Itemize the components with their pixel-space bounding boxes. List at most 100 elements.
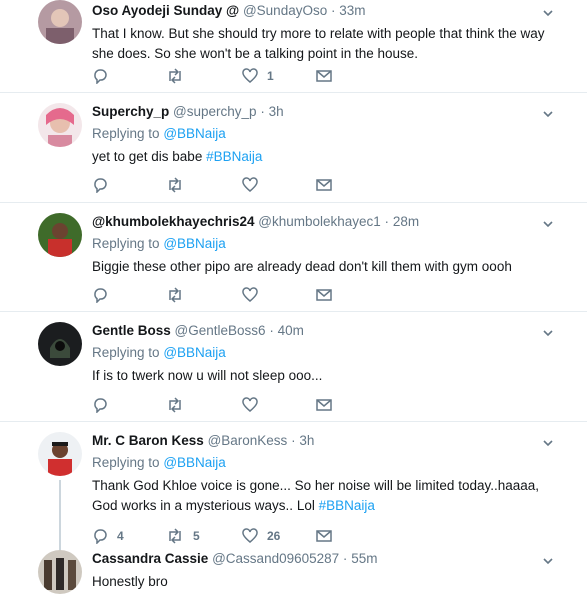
avatar[interactable] xyxy=(38,550,82,594)
timestamp[interactable]: 33m xyxy=(339,3,365,18)
tweet-header: Superchy_p @superchy_p · 3h xyxy=(92,103,547,121)
chevron-down-icon[interactable] xyxy=(541,436,555,450)
reply-icon xyxy=(94,529,107,544)
user-handle[interactable]: @Cassand09605287 xyxy=(212,551,339,566)
avatar[interactable] xyxy=(38,213,82,257)
separator-dot: · xyxy=(342,551,348,566)
retweet-icon xyxy=(169,68,181,84)
avatar[interactable] xyxy=(38,432,82,476)
envelope-icon xyxy=(316,70,332,82)
replying-to-line: Replying to @BBNaija xyxy=(92,125,547,143)
tweet-text-main: yet to get dis babe xyxy=(92,149,203,164)
dm-button[interactable] xyxy=(316,175,332,195)
like-button[interactable] xyxy=(242,285,267,305)
tweet-text-main: Thank God Khloe voice is gone... So her … xyxy=(92,478,540,513)
user-handle[interactable]: @superchy_p xyxy=(173,104,257,119)
replying-to-line: Replying to @BBNaija xyxy=(92,344,547,362)
tweet[interactable]: Mr. C Baron Kess @BaronKess · 3h Replyin… xyxy=(0,422,587,552)
retweet-button[interactable]: 5 xyxy=(166,526,200,546)
user-handle[interactable]: @khumbolekhayec1 xyxy=(258,214,381,229)
mention-link[interactable]: @BBNaija xyxy=(163,126,225,141)
tweet-text: Thank God Khloe voice is gone... So her … xyxy=(92,476,547,516)
separator-dot: · xyxy=(269,323,274,338)
dm-button[interactable] xyxy=(316,395,332,415)
tweet-actions: 4 5 26 xyxy=(92,526,352,546)
display-name[interactable]: Superchy_p xyxy=(92,104,169,119)
replying-to-label: Replying to xyxy=(92,236,160,251)
envelope-icon xyxy=(316,179,332,191)
reply-icon xyxy=(94,178,107,193)
like-button[interactable] xyxy=(242,395,267,415)
tweet[interactable]: Gentle Boss @GentleBoss6 · 40m Replying … xyxy=(0,312,587,422)
like-button[interactable]: 26 xyxy=(242,526,280,546)
separator-dot: · xyxy=(291,433,296,448)
tweet-header: Cassandra Cassie @Cassand09605287 · 55m xyxy=(92,550,547,568)
separator-dot: · xyxy=(384,214,390,229)
tweet[interactable]: Superchy_p @superchy_p · 3h Replying to … xyxy=(0,93,587,203)
display-name[interactable]: Mr. C Baron Kess xyxy=(92,433,204,448)
avatar[interactable] xyxy=(38,103,82,147)
reply-button[interactable] xyxy=(92,285,117,305)
display-name[interactable]: Cassandra Cassie xyxy=(92,551,208,566)
like-button[interactable] xyxy=(242,175,267,195)
timestamp[interactable]: 55m xyxy=(351,551,377,566)
user-handle[interactable]: @GentleBoss6 xyxy=(175,323,266,338)
mention-link[interactable]: @BBNaija xyxy=(163,455,225,470)
separator-dot: · xyxy=(330,3,336,18)
display-name[interactable]: Oso Ayodeji Sunday @ xyxy=(92,3,239,18)
display-name[interactable]: Gentle Boss xyxy=(92,323,171,338)
retweet-button[interactable] xyxy=(166,395,193,415)
retweet-button[interactable] xyxy=(166,285,193,305)
tweet[interactable]: @khumbolekhayechris24 @khumbolekhayec1 ·… xyxy=(0,203,587,312)
chevron-down-icon[interactable] xyxy=(541,217,555,231)
mention-link[interactable]: @BBNaija xyxy=(163,236,225,251)
retweet-button[interactable] xyxy=(166,175,193,195)
tweet-text: If is to twerk now u will not sleep ooo.… xyxy=(92,368,323,383)
chevron-down-icon[interactable] xyxy=(541,554,555,568)
retweet-count: 5 xyxy=(193,529,200,543)
like-button[interactable]: 1 xyxy=(242,66,274,86)
heart-icon xyxy=(242,397,258,412)
dm-button[interactable] xyxy=(316,285,332,305)
reply-button[interactable] xyxy=(92,175,117,195)
avatar[interactable] xyxy=(38,322,82,366)
display-name[interactable]: @khumbolekhayechris24 xyxy=(92,214,254,229)
reply-count: 4 xyxy=(117,529,124,543)
user-handle[interactable]: @BaronKess xyxy=(208,433,288,448)
user-handle[interactable]: @SundayOso xyxy=(243,3,327,18)
tweet-header: @khumbolekhayechris24 @khumbolekhayec1 ·… xyxy=(92,213,547,231)
hashtag-link[interactable]: #BBNaija xyxy=(206,149,262,164)
mention-link[interactable]: @BBNaija xyxy=(163,345,225,360)
timestamp[interactable]: 40m xyxy=(278,323,304,338)
hashtag-link[interactable]: #BBNaija xyxy=(319,498,375,513)
retweet-icon xyxy=(169,177,181,193)
dm-button[interactable] xyxy=(316,66,332,86)
heart-icon xyxy=(242,287,258,302)
envelope-icon xyxy=(316,399,332,411)
retweet-icon xyxy=(169,528,181,544)
tweet[interactable]: Cassandra Cassie @Cassand09605287 · 55m … xyxy=(0,548,587,600)
retweet-button[interactable] xyxy=(166,66,193,86)
reply-button[interactable] xyxy=(92,395,117,415)
reply-icon xyxy=(94,398,107,413)
tweet-feed: Oso Ayodeji Sunday @ @SundayOso · 33m Th… xyxy=(0,0,587,600)
chevron-down-icon[interactable] xyxy=(541,107,555,121)
tweet-header: Gentle Boss @GentleBoss6 · 40m xyxy=(92,322,547,340)
timestamp[interactable]: 3h xyxy=(299,433,314,448)
chevron-down-icon[interactable] xyxy=(541,6,555,20)
replying-to-label: Replying to xyxy=(92,455,160,470)
tweet-actions: 1 xyxy=(92,66,352,86)
tweet[interactable]: Oso Ayodeji Sunday @ @SundayOso · 33m Th… xyxy=(0,0,587,93)
envelope-icon xyxy=(316,289,332,301)
timestamp[interactable]: 28m xyxy=(393,214,419,229)
dm-button[interactable] xyxy=(316,526,332,546)
timestamp[interactable]: 3h xyxy=(269,104,284,119)
avatar[interactable] xyxy=(38,0,82,44)
reply-button[interactable]: 4 xyxy=(92,526,124,546)
reply-button[interactable] xyxy=(92,66,117,86)
tweet-text: Honestly bro xyxy=(92,574,168,589)
tweet-header: Mr. C Baron Kess @BaronKess · 3h xyxy=(92,432,547,450)
tweet-text: That I know. But she should try more to … xyxy=(92,26,545,61)
chevron-down-icon[interactable] xyxy=(541,326,555,340)
like-count: 26 xyxy=(267,529,281,543)
